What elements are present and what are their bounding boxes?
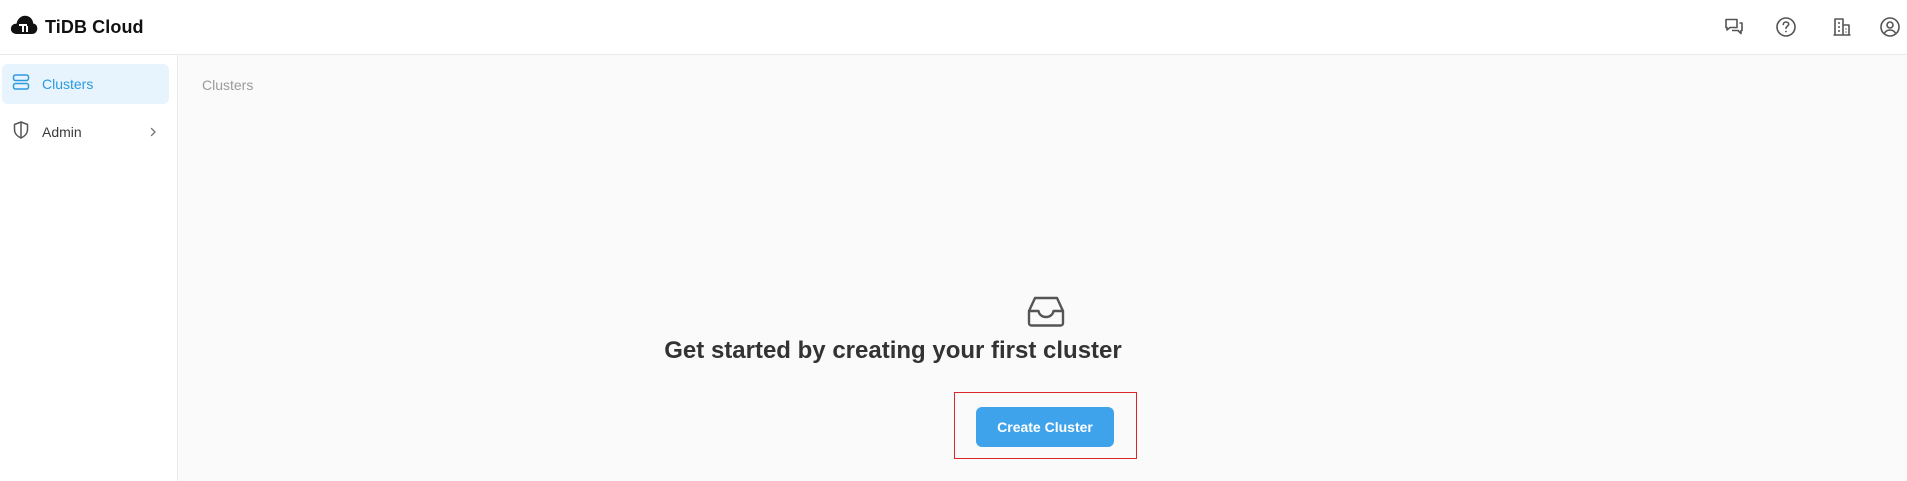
sidebar-item-label: Clusters — [42, 76, 94, 92]
chat-icon[interactable] — [1721, 14, 1747, 40]
breadcrumb[interactable]: Clusters — [202, 77, 253, 93]
top-bar: TiDB Cloud — [0, 0, 1907, 55]
clusters-icon — [11, 72, 31, 97]
sidebar-item-clusters[interactable]: Clusters — [2, 64, 169, 104]
brand[interactable]: TiDB Cloud — [10, 12, 144, 42]
sidebar: Clusters Admin — [0, 55, 178, 481]
account-icon[interactable] — [1877, 14, 1903, 40]
help-icon[interactable] — [1773, 14, 1799, 40]
shield-icon — [11, 120, 31, 145]
create-cluster-button[interactable]: Create Cluster — [976, 407, 1114, 447]
chevron-right-icon — [147, 125, 159, 143]
app-title: TiDB Cloud — [45, 16, 144, 37]
inbox-icon — [1026, 293, 1066, 334]
tidb-cloud-logo-icon — [10, 13, 38, 42]
sidebar-item-admin[interactable]: Admin — [2, 112, 169, 152]
organization-icon[interactable] — [1829, 14, 1855, 40]
sidebar-item-label: Admin — [42, 124, 82, 140]
main-content: Clusters Get started by creating your fi… — [179, 55, 1907, 481]
empty-state-title: Get started by creating your first clust… — [664, 337, 1122, 364]
